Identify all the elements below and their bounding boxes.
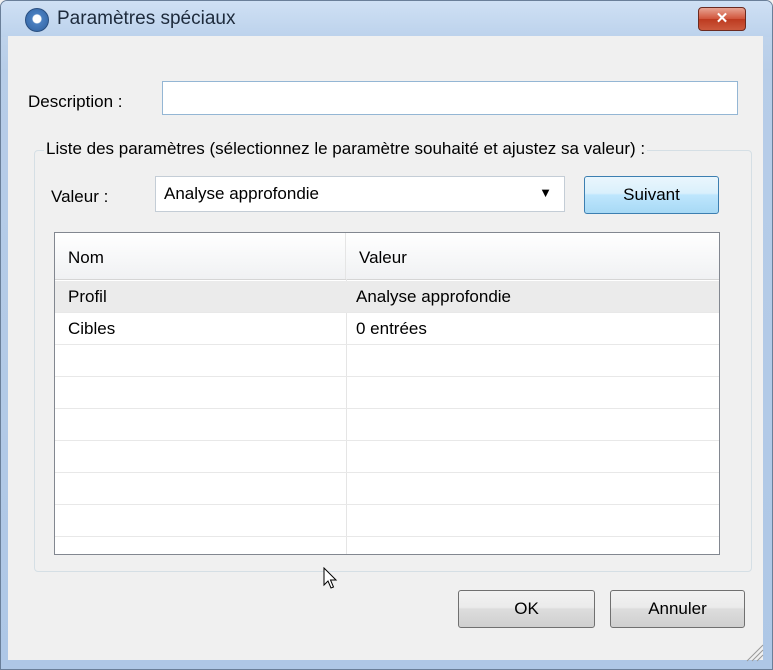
mouse-pointer-icon — [323, 567, 338, 589]
row-name-cell: Cibles — [68, 319, 116, 338]
table-row[interactable]: Profil Analyse approfondie — [55, 281, 719, 313]
empty-row — [55, 377, 719, 409]
ok-button[interactable]: OK — [458, 590, 595, 628]
window-title: Paramètres spéciaux — [57, 8, 236, 29]
description-label: Description : — [28, 92, 123, 111]
close-button[interactable]: ✕ — [698, 7, 746, 31]
next-button[interactable]: Suivant — [584, 176, 719, 214]
empty-row — [55, 473, 719, 505]
row-value-cell: Analyse approfondie — [356, 287, 512, 306]
column-header-name[interactable]: Nom — [55, 233, 346, 279]
row-value-cell: 0 entrées — [356, 319, 427, 338]
listview-header: Nom Valeur — [55, 233, 719, 280]
title-bar[interactable]: Paramètres spéciaux ✕ — [1, 1, 772, 37]
value-dropdown[interactable]: Analyse approfondie ▼ — [155, 176, 565, 212]
empty-row — [55, 345, 719, 377]
description-input[interactable] — [162, 81, 738, 115]
empty-row — [55, 441, 719, 473]
parameters-listview[interactable]: Nom Valeur Profil Analyse approfondie Ci… — [54, 232, 720, 555]
app-settings-icon — [25, 8, 49, 32]
cancel-button[interactable]: Annuler — [610, 590, 745, 628]
value-label: Valeur : — [51, 187, 109, 206]
close-icon: ✕ — [715, 10, 729, 27]
empty-row — [55, 505, 719, 537]
parameters-group-label: Liste des paramètres (sélectionnez le pa… — [44, 139, 648, 159]
dropdown-arrow-icon[interactable]: ▼ — [539, 185, 552, 200]
resize-grip-icon[interactable] — [744, 642, 764, 662]
empty-row — [55, 409, 719, 441]
row-name-cell: Profil — [68, 287, 107, 306]
value-dropdown-selected: Analyse approfondie — [164, 184, 320, 203]
column-header-value[interactable]: Valeur — [346, 233, 719, 279]
table-row[interactable]: Cibles 0 entrées — [55, 313, 719, 345]
